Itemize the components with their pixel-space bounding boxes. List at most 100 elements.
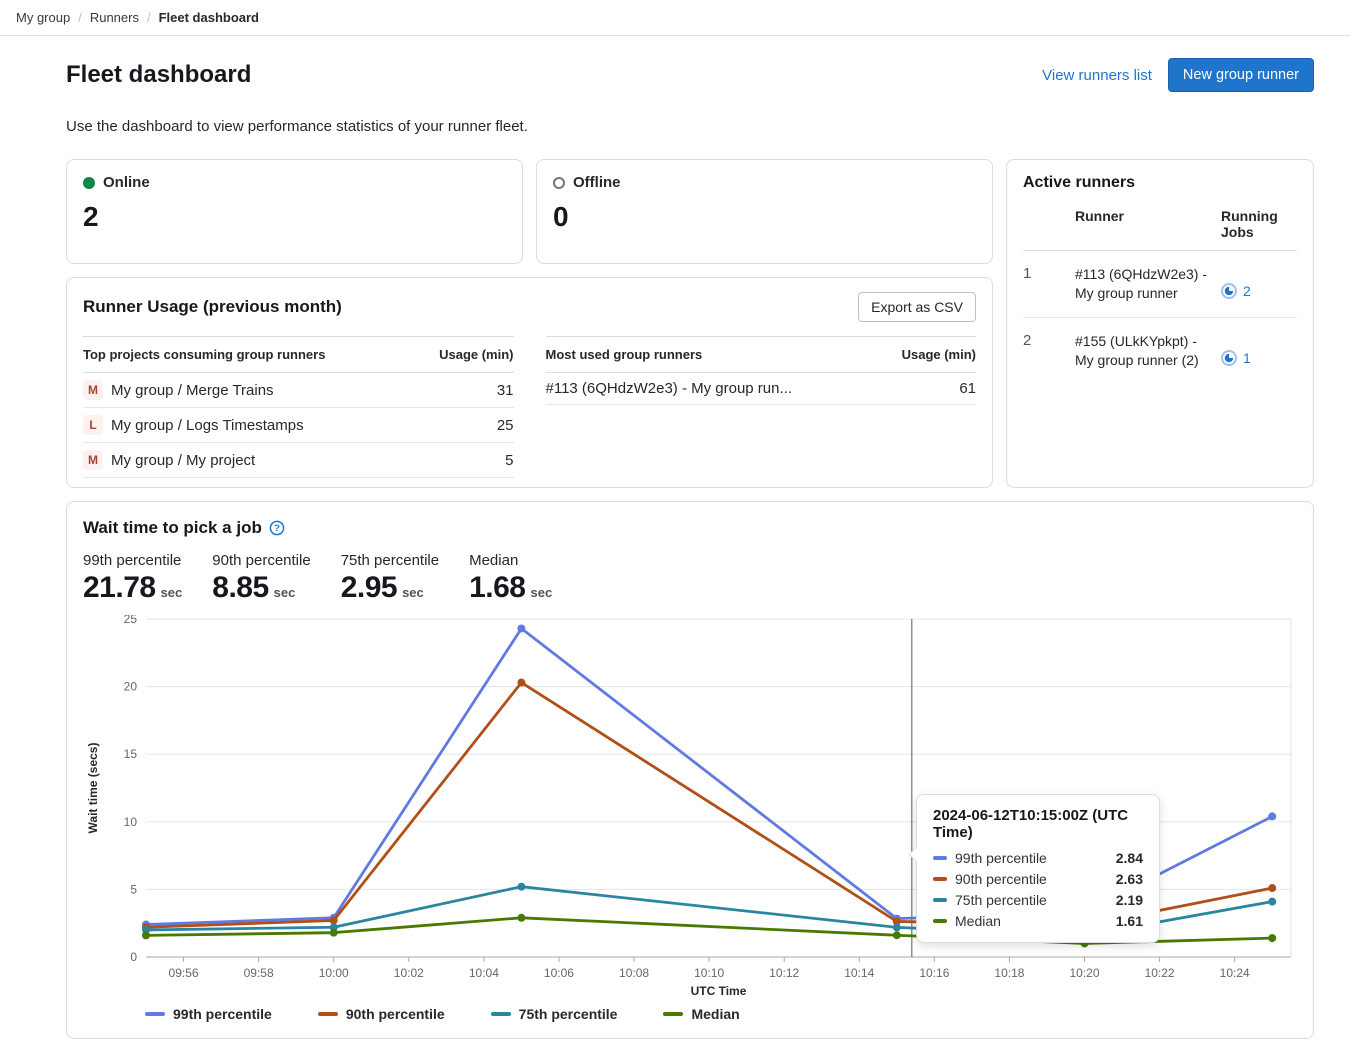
- x-tick-label: 10:20: [1070, 966, 1100, 980]
- running-jobs-count[interactable]: 1: [1243, 350, 1251, 366]
- wait-time-card: Wait time to pick a job ? 99th percentil…: [66, 501, 1314, 1039]
- stat-unit: sec: [402, 585, 424, 600]
- view-runners-list-link[interactable]: View runners list: [1042, 67, 1152, 84]
- legend-item-75th-percentile[interactable]: 75th percentile: [491, 1006, 618, 1022]
- stat-unit: sec: [161, 585, 183, 600]
- breadcrumb-runners[interactable]: Runners: [90, 10, 139, 25]
- usage-value: 5: [505, 452, 513, 469]
- x-tick-label: 10:04: [469, 966, 499, 980]
- wait-time-title: Wait time to pick a job: [83, 518, 262, 538]
- data-point[interactable]: [517, 624, 525, 632]
- stat-label: Median: [469, 552, 552, 569]
- data-point[interactable]: [1268, 898, 1276, 906]
- breadcrumb-separator: /: [78, 10, 82, 25]
- online-label: Online: [103, 174, 150, 191]
- project-name: My group / Logs Timestamps: [111, 417, 304, 434]
- tooltip-series-name: 90th percentile: [955, 871, 1116, 887]
- stat-label: 75th percentile: [341, 552, 439, 569]
- usage-value: 31: [497, 382, 514, 399]
- offline-count: 0: [553, 201, 976, 233]
- data-point[interactable]: [330, 929, 338, 937]
- runner-usage-title: Runner Usage (previous month): [83, 297, 342, 317]
- active-runner-row: 1 #113 (6QHdzW2e3) - My group runner 2: [1023, 251, 1297, 318]
- online-count: 2: [83, 201, 506, 233]
- stat-value: 21.78: [83, 571, 156, 605]
- table-row: M My group / Merge Trains 31: [83, 373, 514, 408]
- x-tick-label: 10:02: [394, 966, 424, 980]
- y-tick-label: 20: [124, 680, 138, 694]
- stat-75th-percentile: 75th percentile 2.95 sec: [341, 552, 439, 605]
- stat-unit: sec: [274, 585, 296, 600]
- x-tick-label: 10:22: [1145, 966, 1175, 980]
- data-point[interactable]: [893, 923, 901, 931]
- tooltip-series-value: 2.19: [1116, 892, 1143, 908]
- x-tick-label: 10:10: [694, 966, 724, 980]
- legend-item-99th-percentile[interactable]: 99th percentile: [145, 1006, 272, 1022]
- tooltip-series-value: 1.61: [1116, 913, 1143, 929]
- stat-median: Median1.68sec: [469, 552, 552, 605]
- legend-swatch: [145, 1012, 165, 1016]
- table-row: #113 (6QHdzW2e3) - My group run... 61: [546, 373, 977, 405]
- data-point[interactable]: [1268, 884, 1276, 892]
- project-avatar: M: [83, 380, 103, 400]
- new-group-runner-button[interactable]: New group runner: [1168, 58, 1314, 92]
- runner-usage-card: Runner Usage (previous month) Export as …: [66, 277, 993, 488]
- stat-99th-percentile: 99th percentile21.78sec: [83, 552, 182, 605]
- legend-item-90th-percentile[interactable]: 90th percentile: [318, 1006, 445, 1022]
- table-row: M My group / My project 5: [83, 443, 514, 478]
- series-swatch: [933, 877, 947, 881]
- x-tick-label: 09:56: [169, 966, 199, 980]
- top-projects-header: Top projects consuming group runners: [83, 347, 439, 362]
- offline-label: Offline: [573, 174, 621, 191]
- data-point[interactable]: [517, 883, 525, 891]
- fleet-dashboard-page: Fleet dashboard View runners list New gr…: [0, 36, 1350, 1063]
- col-runner: Runner: [1075, 208, 1213, 240]
- tooltip-series-name: 75th percentile: [955, 892, 1116, 908]
- offline-status-icon: [553, 177, 565, 189]
- series-swatch: [933, 898, 947, 902]
- data-point[interactable]: [142, 931, 150, 939]
- usage-min-header: Usage (min): [439, 347, 513, 362]
- tooltip-timestamp: 2024-06-12T10:15:00Z (UTC Time): [933, 807, 1143, 841]
- page-description: Use the dashboard to view performance st…: [66, 118, 1314, 135]
- col-running-jobs: Running Jobs: [1221, 208, 1297, 240]
- x-tick-label: 10:16: [919, 966, 949, 980]
- export-csv-button[interactable]: Export as CSV: [858, 292, 976, 322]
- runner-name: #113 (6QHdzW2e3) - My group run...: [546, 380, 793, 397]
- series-swatch: [933, 919, 947, 923]
- data-point[interactable]: [1268, 934, 1276, 942]
- legend-label: 75th percentile: [519, 1006, 618, 1022]
- y-tick-label: 0: [130, 950, 137, 964]
- stat-value: 2.95: [341, 571, 397, 605]
- tooltip-series-value: 2.63: [1116, 871, 1143, 887]
- y-tick-label: 5: [130, 882, 137, 896]
- breadcrumb-my-group[interactable]: My group: [16, 10, 70, 25]
- legend-item-median[interactable]: Median: [663, 1006, 739, 1022]
- project-avatar: M: [83, 450, 103, 470]
- data-point[interactable]: [517, 914, 525, 922]
- data-point[interactable]: [1268, 812, 1276, 820]
- running-jobs-count[interactable]: 2: [1243, 283, 1251, 299]
- legend-label: 90th percentile: [346, 1006, 445, 1022]
- stat-90th-percentile: 90th percentile8.85sec: [212, 552, 310, 605]
- help-icon[interactable]: ?: [269, 520, 285, 536]
- chart-tooltip: 2024-06-12T10:15:00Z (UTC Time) 99th per…: [916, 794, 1160, 943]
- data-point[interactable]: [893, 931, 901, 939]
- table-row: L My group / Logs Timestamps 25: [83, 408, 514, 443]
- legend-swatch: [491, 1012, 511, 1016]
- data-point[interactable]: [517, 679, 525, 687]
- active-runners-title: Active runners: [1023, 174, 1297, 192]
- legend-swatch: [318, 1012, 338, 1016]
- x-tick-label: 10:18: [994, 966, 1024, 980]
- tooltip-series-name: 99th percentile: [955, 850, 1116, 866]
- y-tick-label: 10: [124, 815, 138, 829]
- breadcrumb-separator: /: [147, 10, 151, 25]
- usage-min-header: Usage (min): [902, 347, 976, 362]
- x-tick-label: 09:58: [244, 966, 274, 980]
- project-avatar: L: [83, 415, 103, 435]
- project-name: My group / Merge Trains: [111, 382, 274, 399]
- svg-text:?: ?: [274, 523, 280, 534]
- legend-label: 99th percentile: [173, 1006, 272, 1022]
- top-projects-table: Top projects consuming group runners Usa…: [83, 336, 514, 478]
- usage-value: 61: [959, 380, 976, 397]
